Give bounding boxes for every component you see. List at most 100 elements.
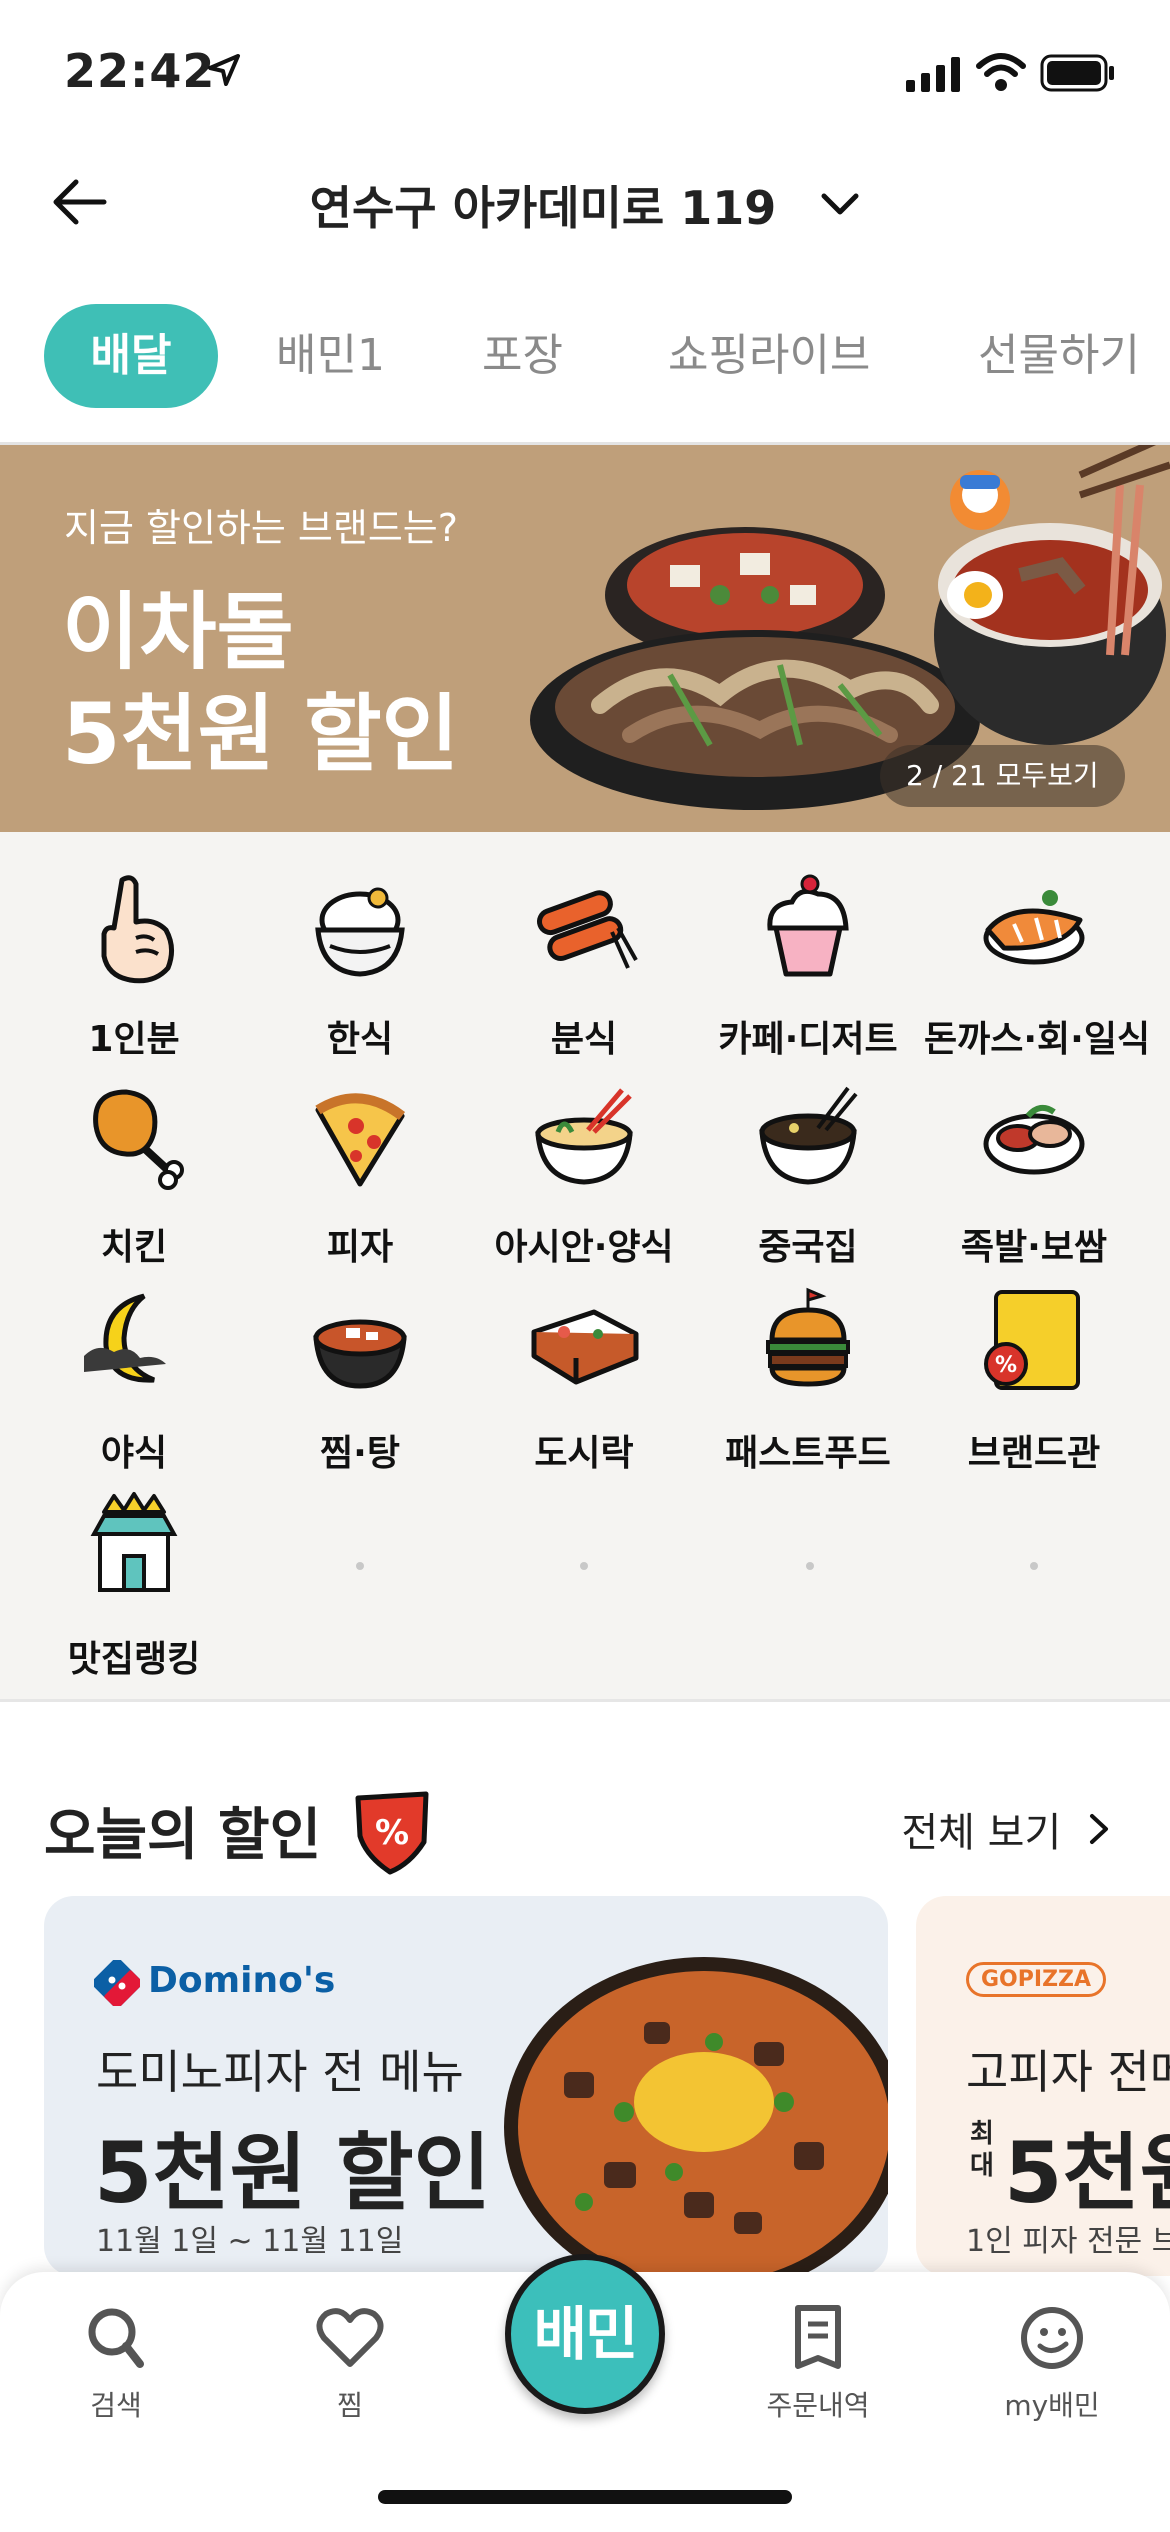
- tab-shopping-live[interactable]: 쇼핑라이브: [668, 304, 870, 408]
- view-all-label: 전체 보기: [901, 1810, 1062, 1856]
- category-label: 아시안·양식: [494, 1227, 674, 1268]
- service-tabs: 배달 배민1 포장 쇼핑라이브 선물하기: [0, 300, 1170, 410]
- status-bar: 22:42: [0, 0, 1170, 150]
- category-chicken[interactable]: 치킨: [24, 1076, 244, 1270]
- promo-banner[interactable]: 지금 할인하는 브랜드는? 이차돌 5천원 할인 2 / 21 모두보기: [0, 442, 1170, 832]
- discount-card-gopizza[interactable]: GOPIZZA 고피자 전메 최대 5천원 1인 피자 전문 브랜: [916, 1896, 1170, 2276]
- status-time: 22:42: [64, 44, 216, 98]
- category-asian-western[interactable]: 아시안·양식: [474, 1076, 694, 1270]
- brand-logo-text: GOPIZZA: [966, 1962, 1106, 1997]
- dominos-logo-icon: [94, 1960, 140, 2006]
- chevron-down-icon: [821, 193, 859, 215]
- discount-card-dominos[interactable]: Domino's 도미노피자 전 메뉴 5천원 할인 11월 1일 ~ 11월 …: [44, 1896, 888, 2276]
- nav-search[interactable]: 검색: [16, 2298, 216, 2424]
- category-chinese[interactable]: 중국집: [698, 1076, 918, 1270]
- category-donkatsu-sushi[interactable]: 돈까스·회·일식: [924, 868, 1151, 1062]
- nav-label: 주문내역: [766, 2389, 870, 2422]
- brand-badge-icon: %: [984, 1290, 1080, 1390]
- svg-text:%: %: [375, 1813, 409, 1853]
- baemin-home-button[interactable]: 배민: [505, 2254, 665, 2414]
- category-label: 브랜드관: [967, 1433, 1101, 1474]
- banner-title-line2: 5천원 할인: [62, 685, 459, 783]
- empty-slot-dot: [356, 1562, 364, 1570]
- card-prefix: 최대: [970, 2119, 994, 2181]
- home-indicator[interactable]: [378, 2490, 792, 2504]
- category-pizza[interactable]: 피자: [250, 1076, 470, 1270]
- tab-takeout[interactable]: 포장: [482, 304, 563, 408]
- banner-pager[interactable]: 2 / 21 모두보기: [880, 745, 1125, 807]
- brand-logo-text: Domino's: [148, 1960, 336, 2001]
- chicken-leg-icon: [93, 1089, 184, 1190]
- stew-pot-icon: [313, 1319, 407, 1389]
- category-label: 치킨: [100, 1227, 168, 1268]
- finger-one-icon: [101, 875, 174, 984]
- category-fastfood[interactable]: 패스트푸드: [698, 1282, 918, 1476]
- card-date: 11월 1일 ~ 11월 11일: [96, 2224, 404, 2259]
- burger-icon: [766, 1287, 850, 1387]
- card-subtitle: 도미노피자 전 메뉴: [96, 2045, 464, 2099]
- noodle-bowl-icon: [535, 1088, 633, 1185]
- category-label: 1인분: [88, 1019, 180, 1060]
- category-cafe-dessert[interactable]: 카페·디저트: [698, 868, 918, 1062]
- category-label: 피자: [326, 1227, 394, 1268]
- cellular-signal-icon: [906, 57, 960, 92]
- cupcake-icon: [767, 874, 849, 977]
- location-arrow-icon: [208, 54, 240, 86]
- category-label: 중국집: [758, 1227, 858, 1268]
- lunchbox-icon: [531, 1309, 639, 1385]
- crown-store-icon: [90, 1492, 178, 1592]
- category-brand[interactable]: % 브랜드관: [924, 1282, 1144, 1476]
- pizza-slice-icon: [315, 1093, 406, 1187]
- card-desc: 1인 피자 전문 브랜: [966, 2224, 1170, 2259]
- card-headline: 5천원: [1004, 2124, 1170, 2222]
- jokbal-icon: [983, 1104, 1085, 1175]
- nav-label: my배민: [1004, 2389, 1100, 2422]
- category-bunsik[interactable]: 분식: [474, 868, 694, 1062]
- category-dosirak[interactable]: 도시락: [474, 1282, 694, 1476]
- discount-shield-icon: %: [355, 1791, 429, 1875]
- card-subtitle: 고피자 전메: [966, 2045, 1170, 2099]
- moon-icon: [84, 1293, 166, 1383]
- nav-label: 찜: [337, 2389, 363, 2422]
- nav-orders[interactable]: 주문내역: [718, 2298, 918, 2424]
- category-label: 맛집랭킹: [67, 1639, 201, 1680]
- wifi-icon: [976, 53, 1026, 91]
- category-label: 도시락: [534, 1433, 634, 1474]
- category-label: 찜·탕: [320, 1433, 400, 1474]
- nav-favorites[interactable]: 찜: [250, 2298, 450, 2424]
- category-label: 한식: [326, 1019, 394, 1060]
- category-jokbal-bossam[interactable]: 족발·보쌈: [924, 1076, 1144, 1270]
- search-icon: [88, 2308, 144, 2368]
- view-all-link[interactable]: 전체 보기: [901, 1800, 1114, 1858]
- banner-subtitle: 지금 할인하는 브랜드는?: [64, 506, 458, 550]
- address-text: 연수구 아카데미로 119: [309, 181, 777, 235]
- category-jjim-tang[interactable]: 찜·탕: [250, 1282, 470, 1476]
- category-label: 돈까스·회·일식: [924, 1019, 1151, 1060]
- category-ranking[interactable]: 맛집랭킹: [24, 1488, 244, 1682]
- chevron-right-icon: [1090, 1814, 1108, 1844]
- nav-my-baemin[interactable]: my배민: [952, 2298, 1152, 2424]
- category-1inbun[interactable]: 1인분: [24, 868, 244, 1062]
- heart-icon: [316, 2308, 384, 2367]
- category-grid: 1인분 한식 분식 카페·디저트 돈까스·회·일식 치킨 피자 아시안·양식 중…: [0, 832, 1170, 1702]
- smiley-icon: [1021, 2307, 1083, 2369]
- tteokbokki-icon: [537, 890, 638, 969]
- empty-slot-dot: [806, 1562, 814, 1570]
- tab-delivery[interactable]: 배달: [44, 304, 218, 408]
- rice-bowl-icon: [315, 887, 405, 977]
- category-label: 카페·디저트: [718, 1019, 898, 1060]
- address-selector[interactable]: 연수구 아카데미로 119: [0, 172, 1170, 238]
- category-label: 분식: [550, 1019, 618, 1060]
- receipt-icon: [795, 2305, 841, 2369]
- category-late-night[interactable]: 야식: [24, 1282, 244, 1476]
- tab-gift[interactable]: 선물하기: [978, 304, 1140, 408]
- pizza-image: [504, 1957, 888, 2276]
- svg-text:%: %: [995, 1353, 1017, 1378]
- category-label: 야식: [100, 1433, 168, 1474]
- tab-baemin1[interactable]: 배민1: [276, 304, 385, 408]
- category-korean[interactable]: 한식: [250, 868, 470, 1062]
- sushi-icon: [983, 890, 1085, 965]
- category-label: 족발·보쌈: [960, 1227, 1108, 1268]
- nav-label: 검색: [90, 2389, 142, 2422]
- battery-icon: [1040, 54, 1114, 92]
